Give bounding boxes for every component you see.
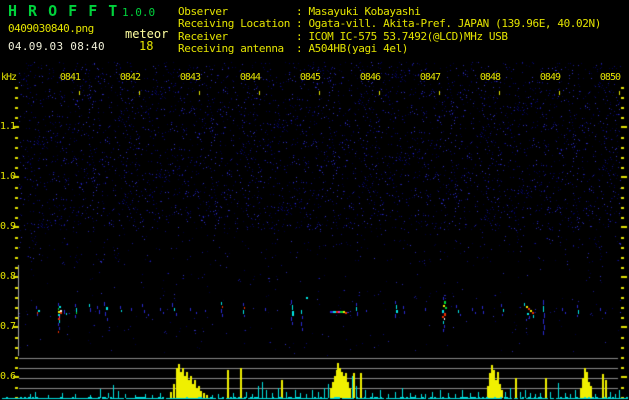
station-info-row: Receiver ICOM IC-575 53.7492(@LCD)MHz USB [178,29,601,43]
freq-tick-label: 0.8 [0,271,16,282]
station-info-value: Masayuki Kobayashi [296,5,420,18]
observation-datetime: 04.09.03 08:40 [8,40,105,53]
station-info-block: Observer Masayuki Kobayashi Receiving Loc… [178,5,601,55]
station-info-value: A504HB(yagi 4el) [296,42,408,55]
freq-axis-unit-label: kHz [1,72,17,83]
station-info-row: Receiving Location Ogata-vill. Akita-Pref… [178,17,601,31]
time-tick-label: 0842 [119,72,141,83]
echo-count: 18 [139,39,154,53]
freq-tick-label: 0.6 [0,371,16,382]
time-tick-label: 0841 [59,72,81,83]
time-tick-label: 0850 [599,72,621,83]
freq-tick-label: 0.7 [0,321,16,332]
station-info-row: Observer Masayuki Kobayashi [178,5,601,18]
spectrogram-canvas [0,0,629,400]
time-tick-label: 0845 [299,72,321,83]
app-version: 1.0.0 [122,6,156,19]
station-info-label: Receiving Location [178,17,291,31]
station-info-value: Ogata-vill. Akita-Pref. JAPAN (139.96E, … [296,17,601,30]
time-tick-label: 0847 [419,72,441,83]
station-info-label: Receiver [178,29,228,43]
freq-tick-label: 1.0 [0,171,16,182]
station-info-value: ICOM IC-575 53.7492(@LCD)MHz USB [296,30,508,43]
app-title: H R O F F T [8,2,119,20]
output-filename: 0409030840.png [8,22,94,35]
time-tick-label: 0843 [179,72,201,83]
hrofft-output-image: H R O F F T 1.0.0 0409030840.png meteor … [0,0,629,400]
station-info-label: Receiving antenna [178,42,284,56]
freq-tick-label: 0.9 [0,221,16,232]
freq-tick-label: 1.1 [0,121,16,132]
time-tick-label: 0844 [239,72,261,83]
time-tick-label: 0849 [539,72,561,83]
time-tick-label: 0848 [479,72,501,83]
station-info-row: Receiving antenna A504HB(yagi 4el) [178,42,601,56]
time-tick-label: 0846 [359,72,381,83]
station-info-label: Observer [178,5,228,18]
